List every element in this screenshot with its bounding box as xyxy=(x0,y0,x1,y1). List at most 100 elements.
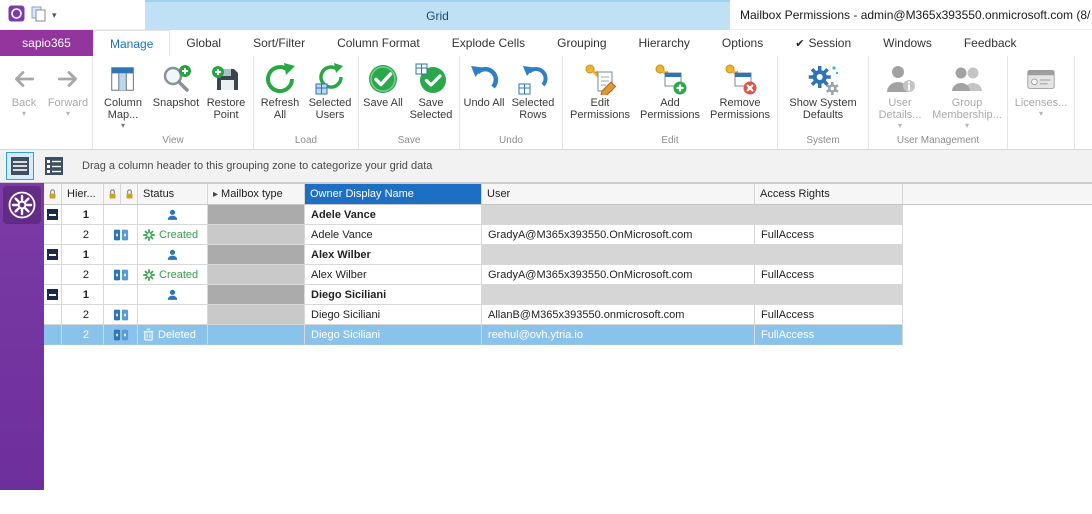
cell-status[interactable]: Created xyxy=(138,225,208,245)
cell-access-rights[interactable]: FullAccess xyxy=(755,225,903,245)
table-row[interactable]: 2 Created Alex Wilber GradyA@M365x393550… xyxy=(44,265,1092,285)
cell-user[interactable]: reehul@ovh.ytria.io xyxy=(482,325,755,345)
cell-row-icon[interactable] xyxy=(104,265,138,285)
back-button[interactable]: Back ▾ xyxy=(2,58,46,134)
cell-row-icon[interactable] xyxy=(104,325,138,345)
tab-session[interactable]: ✔ Session xyxy=(779,30,867,56)
cell-hierarchy[interactable]: 2 xyxy=(62,305,104,325)
cell-owner[interactable]: Diego Siciliani xyxy=(305,285,482,305)
save-all-button[interactable]: Save All xyxy=(361,58,405,134)
tab-sapio365[interactable]: sapio365 xyxy=(0,30,93,56)
restore-point-button[interactable]: Restore Point xyxy=(201,58,251,134)
refresh-all-button[interactable]: Refresh All xyxy=(256,58,304,134)
grouping-zone[interactable]: Drag a column header to this grouping zo… xyxy=(0,150,1092,183)
add-permissions-button[interactable]: Add Permissions xyxy=(635,58,705,134)
cell-user[interactable]: GradyA@M365x393550.OnMicrosoft.com xyxy=(482,265,755,285)
cell-expander[interactable] xyxy=(44,265,62,285)
cell-expander[interactable] xyxy=(44,225,62,245)
cell-status[interactable] xyxy=(138,305,208,325)
grid-view-toggle[interactable] xyxy=(6,152,34,180)
cell-status[interactable] xyxy=(138,285,208,305)
licenses-button[interactable]: Licenses... ▾ xyxy=(1010,58,1072,134)
tab-column-format[interactable]: Column Format xyxy=(321,30,436,56)
table-row[interactable]: 2 Diego Siciliani AllanB@M365x393550.onm… xyxy=(44,305,1092,325)
cell-mailbox-type[interactable] xyxy=(208,305,305,325)
column-header-mailbox-type[interactable]: ▸ Mailbox type xyxy=(208,184,305,204)
list-view-toggle[interactable] xyxy=(40,152,68,180)
column-header-lock-3[interactable] xyxy=(121,184,138,204)
cell-owner[interactable]: Adele Vance xyxy=(305,225,482,245)
undo-selected-rows-button[interactable]: Selected Rows xyxy=(506,58,560,134)
cell-hierarchy[interactable]: 1 xyxy=(62,205,104,225)
refresh-selected-users-button[interactable]: Selected Users xyxy=(304,58,356,134)
cell-user[interactable] xyxy=(482,205,755,225)
table-row-group[interactable]: 1 Alex Wilber xyxy=(44,245,1092,265)
cell-hierarchy[interactable]: 2 xyxy=(62,325,104,345)
tab-sort-filter[interactable]: Sort/Filter xyxy=(237,30,321,56)
column-header-access-rights[interactable]: Access Rights xyxy=(755,184,903,204)
cell-user[interactable]: AllanB@M365x393550.onmicrosoft.com xyxy=(482,305,755,325)
table-row[interactable]: 2 Created Adele Vance GradyA@M365x393550… xyxy=(44,225,1092,245)
group-membership-button[interactable]: Group Membership... ▾ xyxy=(929,58,1005,134)
cell-status[interactable]: Deleted xyxy=(138,325,208,345)
tab-grouping[interactable]: Grouping xyxy=(541,30,622,56)
tab-windows[interactable]: Windows xyxy=(867,30,948,56)
cell-expander[interactable] xyxy=(44,205,62,225)
cell-expander[interactable] xyxy=(44,325,62,345)
cell-row-icon[interactable] xyxy=(104,225,138,245)
cell-hierarchy[interactable]: 2 xyxy=(62,265,104,285)
cell-hierarchy[interactable]: 2 xyxy=(62,225,104,245)
cell-owner[interactable]: Diego Siciliani xyxy=(305,305,482,325)
cell-row-icon[interactable] xyxy=(104,205,138,225)
collapse-icon[interactable] xyxy=(47,249,58,260)
cell-mailbox-type[interactable] xyxy=(208,205,305,225)
cell-hierarchy[interactable]: 1 xyxy=(62,285,104,305)
column-header-hierarchy[interactable]: Hier... xyxy=(62,184,104,204)
cell-access-rights[interactable] xyxy=(755,285,903,305)
cell-user[interactable]: GradyA@M365x393550.OnMicrosoft.com xyxy=(482,225,755,245)
cell-access-rights[interactable]: FullAccess xyxy=(755,265,903,285)
tab-manage[interactable]: Manage xyxy=(93,30,170,56)
cell-access-rights[interactable] xyxy=(755,205,903,225)
cell-status[interactable] xyxy=(138,245,208,265)
cell-owner[interactable]: Diego Siciliani xyxy=(305,325,482,345)
column-header-lock-2[interactable] xyxy=(104,184,121,204)
forward-button[interactable]: Forward ▾ xyxy=(46,58,90,134)
cell-owner[interactable]: Adele Vance xyxy=(305,205,482,225)
table-row-selected[interactable]: 2 Deleted Diego Siciliani reehul@ovh.ytr… xyxy=(44,325,1092,345)
tab-options[interactable]: Options xyxy=(706,30,779,56)
cell-expander[interactable] xyxy=(44,285,62,305)
collapse-icon[interactable] xyxy=(47,209,58,220)
cell-mailbox-type[interactable] xyxy=(208,325,305,345)
cell-status[interactable]: Created xyxy=(138,265,208,285)
cell-expander[interactable] xyxy=(44,245,62,265)
cell-user[interactable] xyxy=(482,285,755,305)
cell-mailbox-type[interactable] xyxy=(208,225,305,245)
cell-mailbox-type[interactable] xyxy=(208,285,305,305)
cell-owner[interactable]: Alex Wilber xyxy=(305,265,482,285)
cell-owner[interactable]: Alex Wilber xyxy=(305,245,482,265)
cell-hierarchy[interactable]: 1 xyxy=(62,245,104,265)
tab-feedback[interactable]: Feedback xyxy=(948,30,1033,56)
cell-access-rights[interactable]: FullAccess xyxy=(755,305,903,325)
column-header-status[interactable]: Status xyxy=(138,184,208,204)
cell-row-icon[interactable] xyxy=(104,305,138,325)
titlebar-caret-icon[interactable]: ▾ xyxy=(52,10,57,21)
cell-mailbox-type[interactable] xyxy=(208,245,305,265)
cell-user[interactable] xyxy=(482,245,755,265)
column-map-button[interactable]: Column Map... ▾ xyxy=(95,58,151,134)
cell-access-rights[interactable] xyxy=(755,245,903,265)
snapshot-button[interactable]: Snapshot xyxy=(151,58,201,134)
undo-all-button[interactable]: Undo All xyxy=(462,58,506,134)
cell-row-icon[interactable] xyxy=(104,285,138,305)
cell-row-icon[interactable] xyxy=(104,245,138,265)
remove-permissions-button[interactable]: Remove Permissions xyxy=(705,58,775,134)
collapse-icon[interactable] xyxy=(47,289,58,300)
sapio365-gear-button[interactable] xyxy=(3,186,41,224)
edit-permissions-button[interactable]: Edit Permissions xyxy=(565,58,635,134)
cell-expander[interactable] xyxy=(44,305,62,325)
table-row-group[interactable]: 1 Adele Vance xyxy=(44,205,1092,225)
cell-access-rights[interactable]: FullAccess xyxy=(755,325,903,345)
app-logo-icon[interactable] xyxy=(8,5,25,25)
show-system-defaults-button[interactable]: Show System Defaults xyxy=(780,58,866,134)
